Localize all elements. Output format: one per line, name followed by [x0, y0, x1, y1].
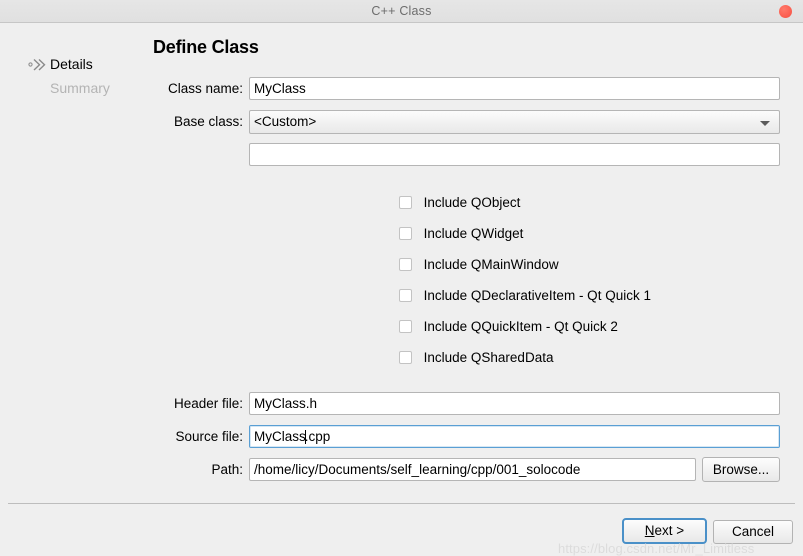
- checkbox-row-qmainwindow[interactable]: Include QMainWindow: [399, 256, 559, 274]
- checkbox-qmainwindow[interactable]: [399, 258, 412, 271]
- label-header-file: Header file:: [173, 396, 243, 411]
- checkbox-label-qdeclarativeitem: Include QDeclarativeItem - Qt Quick 1: [423, 288, 651, 303]
- base-class-selected-value: <Custom>: [254, 114, 317, 129]
- label-class-name: Class name:: [167, 81, 243, 96]
- dialog-body: Details Summary Define Class Class name:…: [0, 23, 803, 556]
- checkbox-label-qmainwindow: Include QMainWindow: [423, 257, 559, 272]
- sidebar-item-details[interactable]: Details: [28, 54, 93, 74]
- checkbox-qquickitem[interactable]: [399, 320, 412, 333]
- cancel-button[interactable]: Cancel: [713, 520, 793, 544]
- page-title: Define Class: [153, 37, 259, 57]
- label-path: Path:: [211, 462, 243, 477]
- checkbox-label-qobject: Include QObject: [423, 195, 521, 210]
- title-bar: C++ Class: [0, 0, 803, 23]
- class-name-input[interactable]: MyClass: [249, 77, 780, 100]
- checkbox-label-qwidget: Include QWidget: [423, 226, 524, 241]
- custom-base-class-input[interactable]: [249, 143, 780, 166]
- sidebar-item-label-details: Details: [50, 56, 93, 72]
- chevron-double-right-icon: [28, 57, 48, 71]
- base-class-select[interactable]: <Custom>: [249, 110, 780, 134]
- footer-separator: [8, 503, 795, 504]
- next-button-mnemonic: N: [644, 523, 655, 538]
- checkbox-qshareddata[interactable]: [399, 351, 412, 364]
- path-input[interactable]: /home/licy/Documents/self_learning/cpp/0…: [249, 458, 696, 481]
- header-file-input[interactable]: MyClass.h: [249, 392, 780, 415]
- checkbox-row-qquickitem[interactable]: Include QQuickItem - Qt Quick 2: [399, 318, 618, 336]
- checkbox-row-qshareddata[interactable]: Include QSharedData: [399, 349, 553, 367]
- next-button[interactable]: Next >: [622, 518, 707, 544]
- checkbox-qwidget[interactable]: [399, 227, 412, 240]
- chevron-down-icon: [760, 121, 770, 126]
- browse-button[interactable]: Browse...: [702, 457, 780, 482]
- label-source-file: Source file:: [175, 429, 243, 444]
- window-title: C++ Class: [371, 4, 432, 18]
- checkbox-label-qshareddata: Include QSharedData: [423, 350, 554, 365]
- source-file-text-after-caret: .cpp: [304, 429, 331, 444]
- close-icon[interactable]: [779, 5, 792, 18]
- checkbox-qobject[interactable]: [399, 196, 412, 209]
- checkbox-row-qwidget[interactable]: Include QWidget: [399, 225, 523, 243]
- checkbox-row-qdeclarativeitem[interactable]: Include QDeclarativeItem - Qt Quick 1: [399, 287, 651, 305]
- next-button-suffix: ext >: [654, 523, 685, 538]
- source-file-input[interactable]: MyClass.cpp: [249, 425, 780, 448]
- source-file-text-before-caret: MyClass: [254, 429, 306, 444]
- checkbox-qdeclarativeitem[interactable]: [399, 289, 412, 302]
- label-base-class: Base class:: [173, 114, 243, 129]
- checkbox-label-qquickitem: Include QQuickItem - Qt Quick 2: [423, 319, 618, 334]
- checkbox-row-qobject[interactable]: Include QObject: [399, 194, 520, 212]
- wizard-main-pane: Define Class Class name: MyClass Base cl…: [150, 23, 803, 503]
